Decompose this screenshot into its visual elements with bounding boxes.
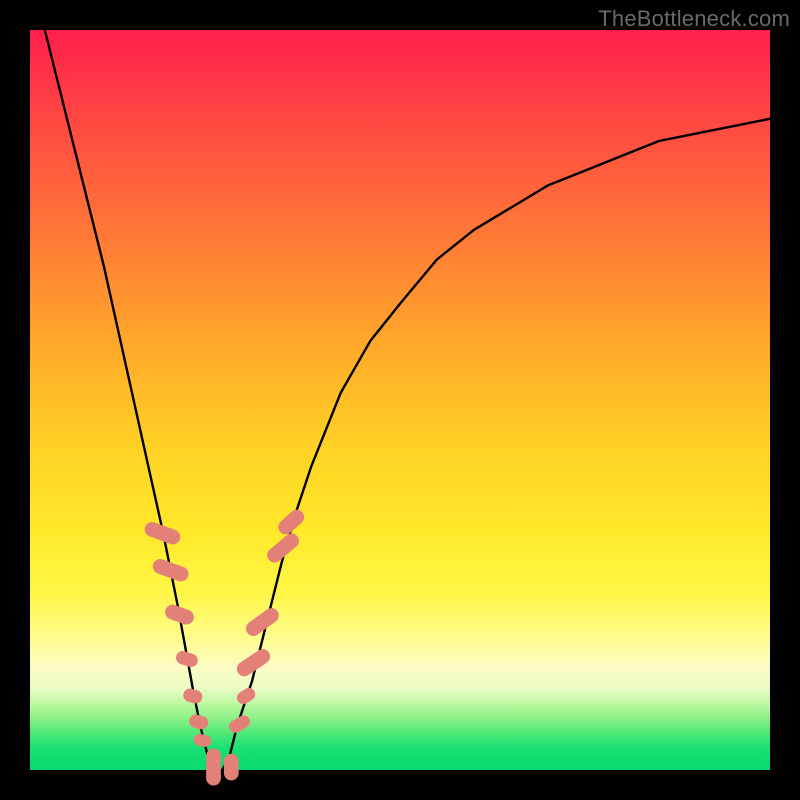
chart-frame: TheBottleneck.com [0, 0, 800, 800]
plot-area [30, 30, 770, 770]
curve-line [45, 30, 770, 770]
chart-svg [30, 30, 770, 770]
watermark-text: TheBottleneck.com [598, 6, 790, 32]
